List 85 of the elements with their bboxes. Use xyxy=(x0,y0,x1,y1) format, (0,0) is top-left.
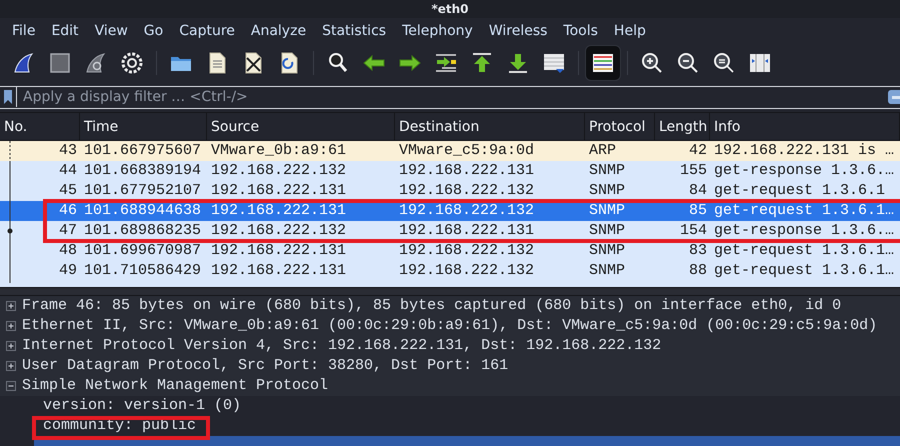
expand-icon[interactable] xyxy=(6,320,16,331)
table-cell-text: VMware_c5:9a:0d xyxy=(398,143,536,160)
table-cell-text: 101.677952107 xyxy=(83,183,202,200)
table-cell-text: 192.168.222.132 xyxy=(210,163,348,180)
tree-row[interactable]: Simple Network Management Protocol xyxy=(0,376,900,396)
table-cell-text: 155 xyxy=(678,163,708,180)
menu-item[interactable]: Edit xyxy=(43,20,87,42)
table-cell-text: get-request 1.3.6.1… xyxy=(713,243,896,260)
window-title: *eth0 xyxy=(431,2,469,16)
column-header[interactable]: Time xyxy=(80,113,207,140)
table-cell-text: 101.667975607 xyxy=(83,143,202,160)
column-header[interactable]: Source xyxy=(207,113,395,140)
table-cell-text: 88 xyxy=(688,263,708,280)
column-header[interactable]: No. xyxy=(0,113,80,140)
table-cell-text: 192.168.222.132 xyxy=(398,263,536,280)
table-cell-text: get-request 1.3.6.1… xyxy=(713,203,896,220)
table-cell-text: 44 xyxy=(58,163,78,180)
table-cell-text: 101.699670987 xyxy=(83,243,202,260)
table-cell-text: 42 xyxy=(688,143,708,160)
table-cell-text: 192.168.222.132 xyxy=(398,183,536,200)
table-cell-text: 83 xyxy=(688,243,708,260)
menu-item[interactable]: Go xyxy=(136,20,172,42)
table-cell-text: 46 xyxy=(58,203,78,220)
table-cell-text: 192.168.222.132 xyxy=(398,243,536,260)
column-header[interactable]: Destination xyxy=(395,113,585,140)
expand-icon[interactable] xyxy=(6,340,16,351)
table-cell-text: get-response 1.3.6.… xyxy=(713,163,896,180)
menu-item[interactable]: File xyxy=(4,20,44,42)
table-cell-text: get-response 1.3.6.… xyxy=(713,223,896,240)
table-cell-text: 192.168.222.131 xyxy=(398,223,536,240)
packet-row[interactable]: 46 101.688944638 192.168.222.131 192.168.222.132 SNMP 85 get-request 1.3.6.1… xyxy=(0,201,900,222)
table-cell-text: 101.710586429 xyxy=(83,263,202,280)
table-cell-text: 85 xyxy=(688,203,708,220)
expand-icon[interactable] xyxy=(6,360,16,371)
menu-item[interactable]: Analyze xyxy=(242,20,314,42)
column-header[interactable]: Length xyxy=(655,113,710,140)
packet-row[interactable]: 43 101.667975607 VMware_0b:a9:61 VMware_c5:9a:0d ARP 42 192.168.222.131 is … xyxy=(0,141,900,162)
bookmark-icon[interactable] xyxy=(4,90,12,104)
column-header[interactable]: Protocol xyxy=(585,113,655,140)
menu-item[interactable]: Capture xyxy=(171,20,243,42)
table-cell-text: 192.168.222.131 xyxy=(210,263,348,280)
tree-row[interactable]: Frame 46: 85 bytes on wire (680 bits), 85 bytes captured (680 bits) on interface eth0, id 0 xyxy=(0,296,900,316)
table-cell-text: 192.168.222.132 xyxy=(210,223,348,240)
table-cell-text: SNMP xyxy=(588,263,626,280)
table-cell-text: 192.168.222.131 is … xyxy=(713,143,896,160)
tree-row[interactable]: Internet Protocol Version 4, Src: 192.168.222.131, Dst: 192.168.222.132 xyxy=(0,336,900,356)
table-cell-text: 192.168.222.132 xyxy=(398,203,536,220)
tree-row[interactable]: User Datagram Protocol, Src Port: 38280, Dst Port: 161 xyxy=(0,356,900,376)
menu-item[interactable]: Statistics xyxy=(314,20,394,42)
table-cell-text: SNMP xyxy=(588,223,626,240)
menu-item[interactable]: Tools xyxy=(555,20,606,42)
table-cell-text: 47 xyxy=(58,223,78,240)
table-cell-text: SNMP xyxy=(588,183,626,200)
filter-field[interactable]: Apply a display filter … <Ctrl-/> xyxy=(17,87,888,108)
table-cell-text: 154 xyxy=(678,223,708,240)
table-cell-text: 45 xyxy=(58,183,78,200)
table-cell-text: 192.168.222.131 xyxy=(210,183,348,200)
column-header[interactable]: Info xyxy=(710,113,900,140)
table-cell-text: get-request 1.3.6.1 xyxy=(713,183,886,200)
table-cell-text: SNMP xyxy=(588,163,626,180)
expand-icon[interactable] xyxy=(6,300,16,311)
table-cell-text: 192.168.222.131 xyxy=(398,163,536,180)
menu-item[interactable]: Telephony xyxy=(394,20,481,42)
menu-item[interactable]: Wireless xyxy=(480,20,556,42)
table-cell-text: 192.168.222.131 xyxy=(210,243,348,260)
colored-lines-icon[interactable] xyxy=(586,46,620,80)
table-cell-text: SNMP xyxy=(588,203,626,220)
apply-filter-button[interactable] xyxy=(888,90,900,104)
collapse-icon[interactable] xyxy=(6,380,16,391)
table-cell-text: ARP xyxy=(588,143,618,160)
table-cell-text: 49 xyxy=(58,263,78,280)
table-cell-text: 101.668389194 xyxy=(83,163,202,180)
tree-field[interactable]: version: version-1 (0) xyxy=(43,396,242,416)
table-cell-text: 101.688944638 xyxy=(83,203,202,220)
tree-row[interactable]: Ethernet II, Src: VMware_0b:a9:61 (00:0c:29:0b:a9:61), Dst: VMware_c5:9a:0d (00:0c:29:c5:9a:0d) xyxy=(0,316,900,336)
menu-item[interactable]: Help xyxy=(606,20,654,42)
table-cell-text: SNMP xyxy=(588,243,626,260)
menu-item[interactable]: View xyxy=(86,20,136,42)
table-cell-text: 84 xyxy=(688,183,708,200)
table-cell-text: 101.689868235 xyxy=(83,223,202,240)
table-cell-text: 48 xyxy=(58,243,78,260)
table-cell-text: 192.168.222.131 xyxy=(210,203,348,220)
table-cell-text: 43 xyxy=(58,143,78,160)
table-cell-text: VMware_0b:a9:61 xyxy=(210,143,348,160)
table-cell-text: get-request 1.3.6.1… xyxy=(713,263,896,280)
